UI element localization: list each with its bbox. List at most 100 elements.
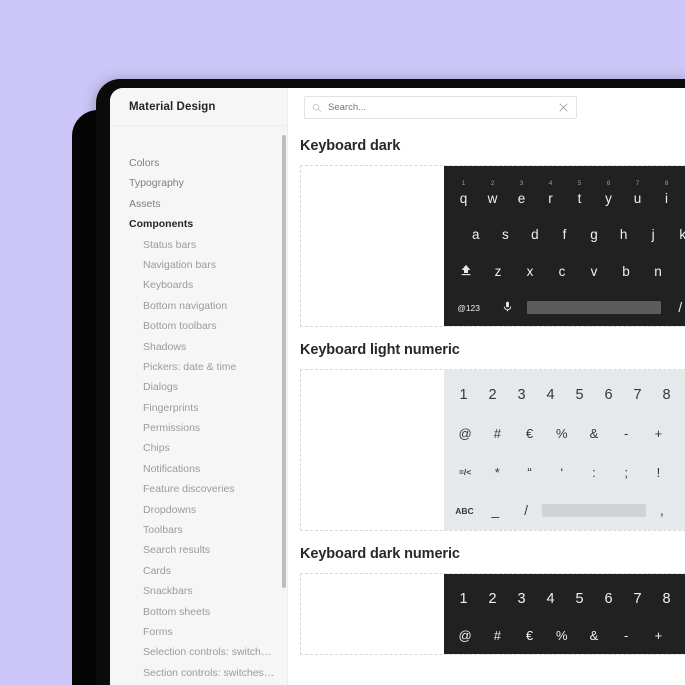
key-%[interactable]: % (546, 426, 578, 441)
key-u[interactable]: u7 (623, 180, 652, 206)
key-h[interactable]: h (609, 227, 639, 242)
sidebar-item-forms[interactable]: Forms (110, 622, 287, 642)
key-o[interactable]: o9 (681, 191, 685, 206)
key-/[interactable]: / (511, 503, 542, 518)
key-.[interactable]: . (677, 503, 685, 518)
key-1[interactable]: 1 (449, 591, 478, 607)
key-s[interactable]: s (491, 227, 521, 242)
key-7[interactable]: 7 (623, 591, 652, 607)
key-,[interactable]: , (646, 503, 677, 518)
key-([interactable]: ( (675, 628, 685, 643)
key-#[interactable]: # (481, 628, 513, 643)
sidebar-item-permissions[interactable]: Permissions (110, 418, 287, 438)
key-i[interactable]: i8 (652, 180, 681, 206)
key-k[interactable]: k (668, 227, 685, 242)
search-input[interactable] (328, 102, 552, 113)
key-€[interactable]: € (513, 426, 545, 441)
sidebar-item-cards[interactable]: Cards (110, 561, 287, 581)
key-_[interactable]: _ (480, 503, 511, 518)
key-*[interactable]: * (481, 465, 513, 480)
sidebar-item-shadows[interactable]: Shadows (110, 337, 287, 357)
search-box[interactable] (304, 96, 577, 119)
sidebar-item-toolbars[interactable]: Toolbars (110, 520, 287, 540)
key-#[interactable]: # (481, 426, 513, 441)
key-d[interactable]: d (520, 227, 550, 242)
key-8[interactable]: 8 (652, 387, 681, 403)
key-e[interactable]: e3 (507, 180, 536, 206)
sidebar-item-pickers-date-time[interactable]: Pickers: date & time (110, 357, 287, 377)
key-t[interactable]: t5 (565, 180, 594, 206)
key-microphone[interactable] (488, 300, 527, 316)
key-?[interactable]: ? (675, 465, 685, 480)
sidebar-item-components[interactable]: Components (110, 214, 287, 234)
key-1[interactable]: 1 (449, 387, 478, 403)
key-5[interactable]: 5 (565, 387, 594, 403)
key-j[interactable]: j (638, 227, 668, 242)
sidebar-item-selection-controls-switch[interactable]: Selection controls: switch… (110, 642, 287, 662)
key-3[interactable]: 3 (507, 387, 536, 403)
key-w[interactable]: w2 (478, 180, 507, 206)
sidebar-item-typography[interactable]: Typography (110, 173, 287, 193)
key-;[interactable]: ; (610, 465, 642, 480)
key-shift[interactable] (450, 263, 482, 280)
key-v[interactable]: v (578, 264, 610, 279)
key-ABC[interactable]: ABC (449, 506, 480, 516)
sidebar-item-bottom-toolbars[interactable]: Bottom toolbars (110, 316, 287, 336)
key-&[interactable]: & (578, 426, 610, 441)
key-r[interactable]: r4 (536, 180, 565, 206)
key-+[interactable]: + (642, 628, 674, 643)
key-/[interactable]: / (661, 300, 685, 315)
key-4[interactable]: 4 (536, 591, 565, 607)
sidebar-item-bottom-navigation[interactable]: Bottom navigation (110, 296, 287, 316)
key-@[interactable]: @ (449, 426, 481, 441)
key-:[interactable]: : (578, 465, 610, 480)
sidebar-item-feature-discoveries[interactable]: Feature discoveries (110, 479, 287, 499)
key-@[interactable]: @ (449, 628, 481, 643)
key-6[interactable]: 6 (594, 591, 623, 607)
key-([interactable]: ( (675, 426, 685, 441)
close-icon[interactable] (558, 102, 569, 113)
key-+[interactable]: + (642, 426, 674, 441)
sidebar-item-dropdowns[interactable]: Dropdowns (110, 500, 287, 520)
key-“[interactable]: “ (513, 465, 545, 480)
key--[interactable]: - (610, 628, 642, 643)
sidebar-item-fingerprints[interactable]: Fingerprints (110, 398, 287, 418)
key-8[interactable]: 8 (652, 591, 681, 607)
key-g[interactable]: g (579, 227, 609, 242)
sidebar-item-snackbars[interactable]: Snackbars (110, 581, 287, 601)
key-n[interactable]: n (642, 264, 674, 279)
key-@123[interactable]: @123 (449, 303, 488, 313)
key-m[interactable]: m (674, 264, 685, 279)
key-6[interactable]: 6 (594, 387, 623, 403)
sidebar-item-search-results[interactable]: Search results (110, 540, 287, 560)
sidebar-item-status-bars[interactable]: Status bars (110, 235, 287, 255)
key-spacebar[interactable] (527, 301, 661, 315)
key-%[interactable]: % (546, 628, 578, 643)
key-=/<[interactable]: =/< (449, 467, 481, 477)
key-![interactable]: ! (642, 465, 674, 480)
sidebar-item-assets[interactable]: Assets (110, 194, 287, 214)
key-&[interactable]: & (578, 628, 610, 643)
key-f[interactable]: f (550, 227, 580, 242)
key-c[interactable]: c (546, 264, 578, 279)
sidebar-item-navigation-bars[interactable]: Navigation bars (110, 255, 287, 275)
key-‘[interactable]: ‘ (546, 465, 578, 480)
key-x[interactable]: x (514, 264, 546, 279)
key-9[interactable]: 9 (681, 591, 685, 607)
sidebar-item-dialogs[interactable]: Dialogs (110, 377, 287, 397)
key-a[interactable]: a (461, 227, 491, 242)
key-2[interactable]: 2 (478, 591, 507, 607)
sidebar-scrollbar[interactable] (282, 135, 286, 588)
key-q[interactable]: q1 (449, 180, 478, 206)
sidebar-item-bottom-sheets[interactable]: Bottom sheets (110, 602, 287, 622)
sidebar-item-keyboards[interactable]: Keyboards (110, 275, 287, 295)
key-5[interactable]: 5 (565, 591, 594, 607)
key-7[interactable]: 7 (623, 387, 652, 403)
key-4[interactable]: 4 (536, 387, 565, 403)
key-2[interactable]: 2 (478, 387, 507, 403)
key-spacebar[interactable] (541, 504, 647, 518)
key-z[interactable]: z (482, 264, 514, 279)
key--[interactable]: - (610, 426, 642, 441)
sidebar-item-section-controls-switches[interactable]: Section controls: switches… (110, 663, 287, 683)
key-y[interactable]: y6 (594, 180, 623, 206)
